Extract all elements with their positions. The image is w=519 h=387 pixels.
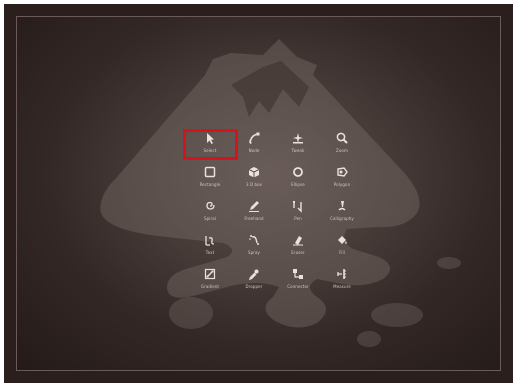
splash-canvas: Select Node Tweak Zoom Rectangle 3 D box… [16, 16, 501, 371]
tool-dropper[interactable]: Dropper [231, 265, 277, 295]
tool-label: Pen [294, 216, 302, 221]
tool-label: 3 D box [245, 182, 263, 187]
tool-calligraphy[interactable]: Calligraphy [319, 197, 365, 227]
tool-pen[interactable]: Pen [275, 197, 321, 227]
spiral-icon [206, 201, 215, 210]
pen-icon [293, 201, 302, 213]
tool-label: Gradient [200, 284, 220, 289]
tool-polygon[interactable]: Polygon [319, 163, 365, 193]
dropper-icon [248, 269, 259, 281]
spray-icon [249, 235, 259, 245]
tool-eraser[interactable]: Eraser [275, 231, 321, 261]
tool-spiral[interactable]: Spiral [187, 197, 233, 227]
tool-label: Rectangle [199, 182, 221, 187]
node-tool-icon [249, 132, 260, 144]
tool-fill[interactable]: Fill [319, 231, 365, 261]
tool-label: Eraser [291, 250, 305, 255]
tool-text[interactable]: Text [187, 231, 233, 261]
tool-3dbox[interactable]: 3 D box [231, 163, 277, 193]
connector-icon [293, 269, 303, 279]
tool-zoom[interactable]: Zoom [319, 129, 365, 159]
tool-label: Freehand [244, 216, 264, 221]
tool-connector[interactable]: Connector [275, 265, 321, 295]
splash-frame: Select Node Tweak Zoom Rectangle 3 D box… [4, 4, 513, 383]
rectangle-icon [204, 166, 216, 178]
tool-label: Fill [339, 250, 345, 255]
tool-label: Polygon [333, 182, 351, 187]
tool-label: Text [205, 250, 215, 255]
selected-tool-highlight [183, 129, 238, 160]
ellipse-icon [293, 167, 303, 177]
tool-freehand[interactable]: Freehand [231, 197, 277, 227]
tool-label: Ellipse [291, 182, 305, 187]
eraser-icon [293, 236, 303, 246]
gradient-icon [204, 268, 216, 280]
tool-label: Node [248, 148, 260, 153]
text-icon [205, 236, 215, 246]
tool-label: Spiral [204, 216, 216, 221]
3d-box-icon [248, 167, 260, 178]
tweak-tool-icon [293, 133, 303, 144]
tool-label: Connector [287, 284, 309, 289]
tool-measure[interactable]: Measure [319, 265, 365, 295]
paint-bucket-icon [338, 236, 347, 244]
tool-label: Zoom [336, 148, 348, 153]
tool-spray[interactable]: Spray [231, 231, 277, 261]
tool-ellipse[interactable]: Ellipse [275, 163, 321, 193]
measure-icon [337, 269, 346, 279]
tool-label: Calligraphy [330, 216, 354, 221]
polygon-star-icon [337, 167, 348, 177]
tool-rectangle[interactable]: Rectangle [187, 163, 233, 193]
calligraphy-icon [338, 201, 346, 211]
tool-label: Spray [247, 250, 261, 255]
tool-gradient[interactable]: Gradient [187, 265, 233, 295]
tool-label: Dropper [245, 284, 263, 289]
pencil-icon [249, 201, 259, 212]
tool-tweak[interactable]: Tweak [275, 129, 321, 159]
tool-label: Tweak [291, 148, 305, 153]
tool-label: Measure [333, 284, 351, 289]
zoom-icon [336, 132, 348, 144]
